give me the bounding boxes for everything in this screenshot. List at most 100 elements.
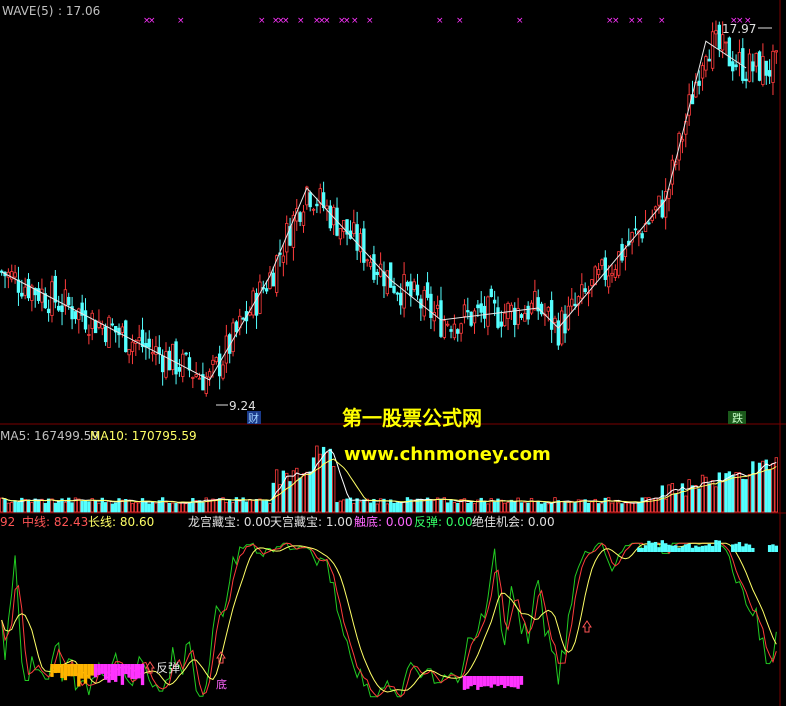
signal-x-mark: × [351,16,359,26]
stock-chart[interactable]: ×× × × ××× × ××× ×× × × × × × ×× × × × ×× × WAVE(5) : 17.… [0,0,786,706]
candle-body [241,317,245,320]
candle-body [724,41,728,44]
volume-bar [144,501,148,513]
overbought-bar [747,544,752,552]
oversold-fill [516,676,520,689]
candle-body [439,300,443,337]
volume-bar [134,501,138,513]
candle-body [53,275,58,303]
volume-bar [264,500,269,513]
candle-body [385,270,389,295]
volume-bar [137,502,141,513]
overbought-bar [650,542,654,552]
oversold-fill [134,664,138,680]
candle-body [409,281,413,297]
volume-bar [539,503,544,513]
candle-body [456,329,460,334]
volume-bar [298,477,302,513]
volume-bar [385,503,389,513]
candle-body [583,288,587,292]
candle-body [301,211,306,226]
candle-body [171,343,175,371]
volume-bar [506,501,510,513]
overbought-bar [741,546,745,552]
volume-bar [586,502,591,513]
volume-bar [308,471,312,513]
candle-body [556,320,561,346]
volume-bar [6,502,11,513]
candle-body [499,321,504,327]
candle-body [83,310,88,330]
candle-body [60,305,64,313]
volume-bar [570,500,574,513]
volume-bar [352,503,356,513]
volume-bar [694,485,698,513]
volume-bar [70,502,74,513]
volume-bar [519,502,524,513]
volume-bar [573,501,577,513]
candle-body [606,275,611,288]
candle-body [167,350,172,371]
volume-bar [449,499,453,513]
oversold-fill [472,676,477,685]
candle-body [73,311,78,320]
candle-body [204,376,208,394]
volume-bar [16,501,21,513]
volume-bar [523,501,527,513]
volume-bar [596,503,601,513]
volume-bar [26,499,31,513]
oversold-fill [93,664,98,678]
volume-bar [405,497,410,513]
oversold-fill [90,664,94,676]
volume-bar [87,501,91,513]
oversold-fill [57,664,61,673]
candle-body [375,271,379,276]
volume-bar [674,493,678,513]
signal-x-mark: × [636,16,644,26]
candle-body [308,192,312,208]
candle-body [77,308,81,321]
volume-bar [130,503,135,513]
volume-bar [402,501,406,513]
ind-fantan-label: 反弹: 0.00 [414,515,473,529]
volume-bar [627,502,631,513]
overbought-bar [771,544,775,552]
signal-x-mark: × [343,16,351,26]
oversold-fill [466,676,470,689]
candle-body [57,305,61,311]
candle-body [43,293,47,309]
oversold-fill [462,676,467,690]
volume-bar [720,480,725,513]
volume-bar [177,502,182,513]
candle-body [214,357,218,363]
candle-body [184,352,188,355]
volume-bar [670,483,675,513]
volume-bar [667,484,671,513]
overbought-bar [697,546,701,552]
oversold-fill [110,664,115,681]
candle-body [610,272,614,276]
volume-bar [472,503,477,513]
candle-body [593,266,597,286]
candle-body [449,329,453,332]
overbought-bar [704,545,708,552]
overbought-bar [667,544,671,552]
volume-bar [546,503,550,513]
candle-body [774,50,778,53]
candle-body [355,224,359,251]
candle-body [590,279,594,286]
candle-body [318,188,322,204]
volume-bar [429,500,433,513]
signal-x-mark: × [628,16,636,26]
candle-body [389,262,393,288]
overbought-bar [637,547,641,552]
candle-body [107,316,111,348]
watermark-url: www.chnmoney.com [344,444,551,465]
volume-bar [432,500,436,513]
volume-bar [553,497,557,513]
oversold-fill [97,664,101,676]
candle-body [365,259,369,262]
candle-body [26,278,31,299]
volume-bar [331,466,336,513]
volume-bar [40,498,44,513]
